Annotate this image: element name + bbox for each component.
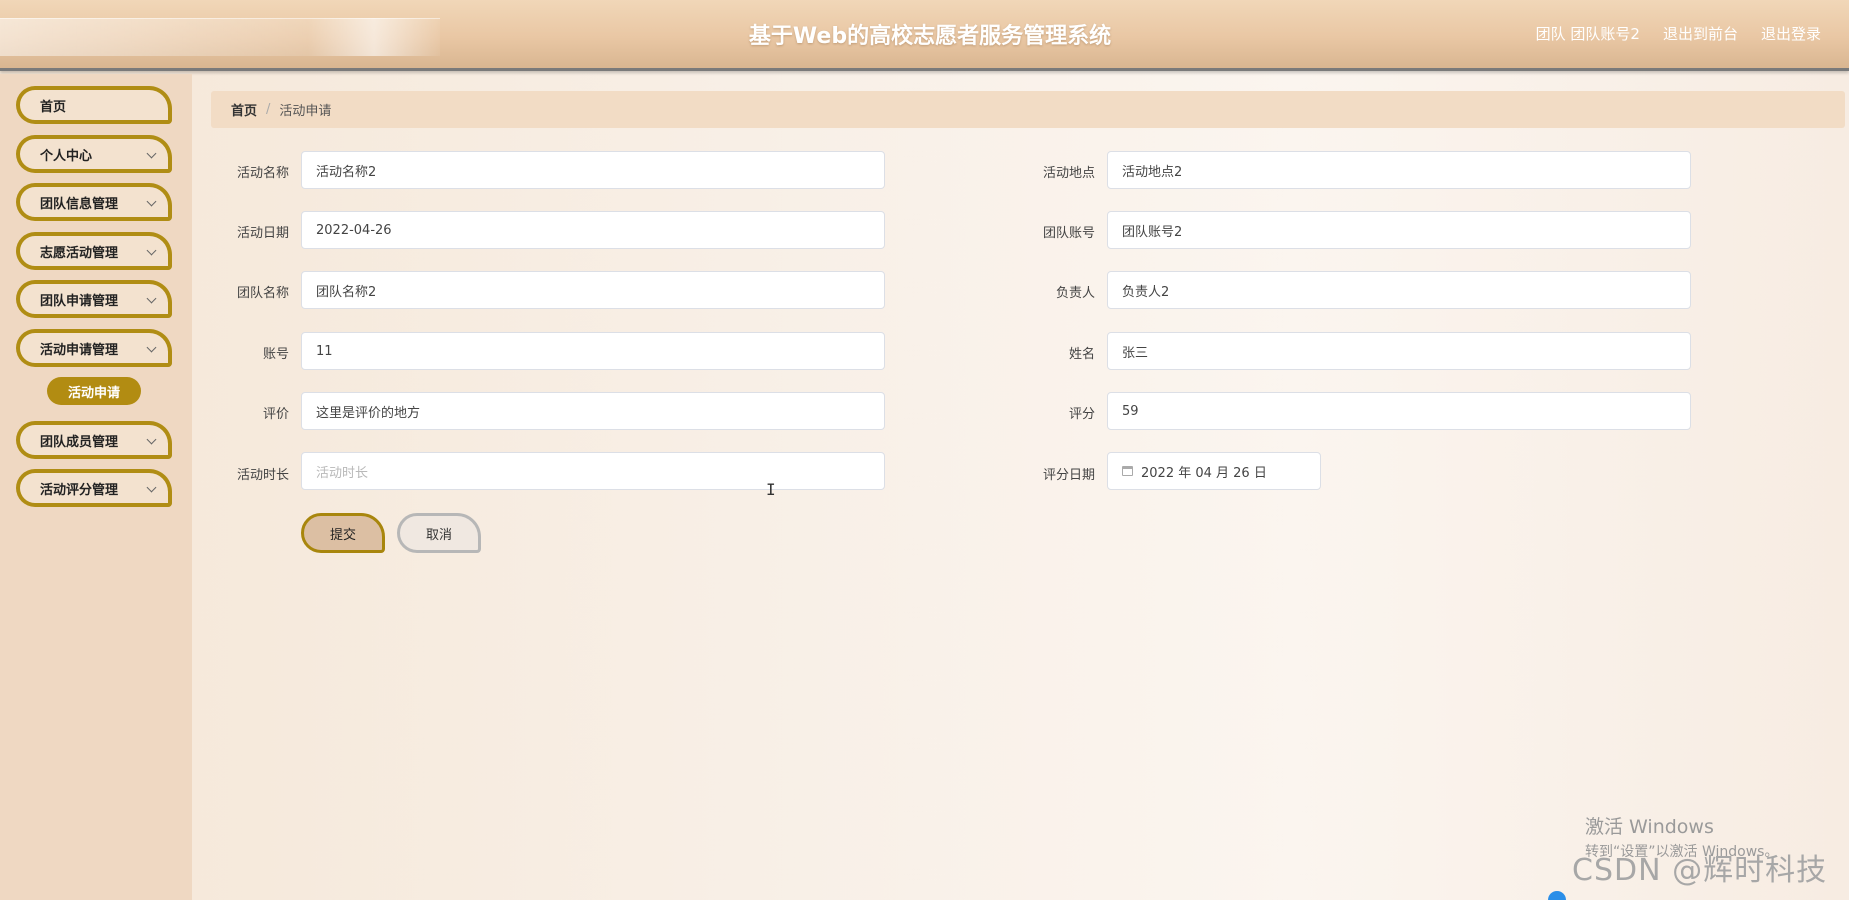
sidebar-item-label: 团队成员管理 <box>40 434 119 450</box>
calendar-icon <box>1122 466 1133 476</box>
account-label: 账号 <box>262 347 289 362</box>
chevron-down-icon <box>146 148 157 159</box>
duration-label: 活动时长 <box>236 468 289 483</box>
activity-date-label: 活动日期 <box>236 226 289 241</box>
activity-location-label: 活动地点 <box>1042 166 1095 181</box>
activity-date-input[interactable]: 2022-04-26 <box>301 211 885 249</box>
leader-input[interactable]: 负责人2 <box>1107 271 1691 309</box>
sidebar-item-label: 个人中心 <box>40 148 93 164</box>
chevron-down-icon <box>146 434 157 445</box>
chevron-down-icon <box>146 245 157 256</box>
breadcrumb-home[interactable]: 首页 <box>231 100 257 119</box>
score-date-label: 评分日期 <box>1042 468 1095 483</box>
chevron-down-icon <box>146 196 157 207</box>
name-input[interactable]: 张三 <box>1107 332 1691 370</box>
chevron-down-icon <box>146 293 157 304</box>
review-label: 评价 <box>262 407 289 422</box>
sidebar-item-team-info[interactable]: 团队信息管理 <box>16 183 172 221</box>
leader-label: 负责人 <box>1055 286 1095 301</box>
sidebar-item-team-application[interactable]: 团队申请管理 <box>16 280 172 318</box>
activity-name-label: 活动名称 <box>236 166 289 181</box>
header-nav: 团队 团队账号2 退出到前台 退出登录 <box>1536 23 1821 44</box>
sidebar-item-label: 活动申请管理 <box>40 342 119 358</box>
score-label: 评分 <box>1068 407 1095 422</box>
team-account-label: 团队账号 <box>1042 226 1095 241</box>
current-user-label: 团队 团队账号2 <box>1535 25 1640 43</box>
sidebar: 首页 个人中心 团队信息管理 志愿活动管理 团队申请管理 活动申请管理 活动申请… <box>0 74 192 900</box>
breadcrumb: 首页 / 活动申请 <box>211 91 1845 128</box>
sidebar-item-home[interactable]: 首页 <box>16 86 172 124</box>
score-input[interactable]: 59 <box>1107 392 1691 430</box>
cancel-button[interactable]: 取消 <box>397 513 481 553</box>
review-input[interactable]: 这里是评价的地方 <box>301 392 885 430</box>
sidebar-item-team-members[interactable]: 团队成员管理 <box>16 421 172 459</box>
account-input[interactable]: 11 <box>301 332 885 370</box>
sidebar-item-label: 活动评分管理 <box>40 482 119 498</box>
score-date-value: 2022 年 04 月 26 日 <box>1141 465 1267 481</box>
sidebar-item-personal-center[interactable]: 个人中心 <box>16 135 172 173</box>
score-date-picker[interactable]: 2022 年 04 月 26 日 <box>1107 452 1321 490</box>
duration-input[interactable]: 活动时长 <box>301 452 885 490</box>
sidebar-item-activity-application[interactable]: 活动申请管理 <box>16 329 172 367</box>
name-label: 姓名 <box>1068 347 1095 362</box>
sidebar-subitem-activity-apply[interactable]: 活动申请 <box>47 377 141 405</box>
sidebar-item-label: 团队信息管理 <box>40 196 119 212</box>
activity-location-input[interactable]: 活动地点2 <box>1107 151 1691 189</box>
csdn-watermark: CSDN @辉时科技 <box>1572 853 1828 888</box>
sidebar-item-label: 团队申请管理 <box>40 293 119 309</box>
chevron-down-icon <box>146 342 157 353</box>
team-name-label: 团队名称 <box>236 286 289 301</box>
sidebar-item-label: 志愿活动管理 <box>40 245 119 261</box>
windows-watermark-line1: 激活 Windows <box>1585 816 1714 838</box>
top-header: 基于Web的高校志愿者服务管理系统 团队 团队账号2 退出到前台 退出登录 <box>0 0 1849 71</box>
logout-link[interactable]: 退出登录 <box>1761 23 1821 44</box>
team-account-input[interactable]: 团队账号2 <box>1107 211 1691 249</box>
exit-to-front-link[interactable]: 退出到前台 <box>1663 23 1738 44</box>
text-cursor-icon: I <box>766 480 776 499</box>
activity-name-input[interactable]: 活动名称2 <box>301 151 885 189</box>
team-name-input[interactable]: 团队名称2 <box>301 271 885 309</box>
chevron-down-icon <box>146 482 157 493</box>
sidebar-item-label: 首页 <box>40 99 67 115</box>
floating-dot-icon[interactable] <box>1548 891 1566 900</box>
sidebar-item-volunteer-activity[interactable]: 志愿活动管理 <box>16 232 172 270</box>
submit-button[interactable]: 提交 <box>301 513 385 553</box>
sidebar-item-activity-score[interactable]: 活动评分管理 <box>16 469 172 507</box>
breadcrumb-separator: / <box>266 102 271 117</box>
breadcrumb-current: 活动申请 <box>279 104 332 119</box>
